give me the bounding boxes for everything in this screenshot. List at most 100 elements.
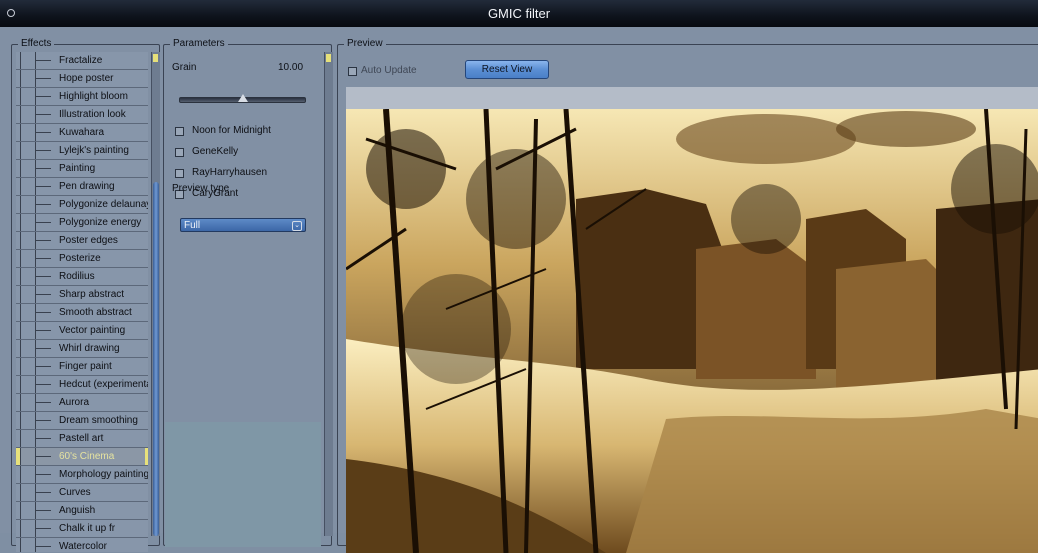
tree-item[interactable]: Chalk it up fr <box>16 520 148 538</box>
tree-item-label: Kuwahara <box>59 127 105 138</box>
chevron-down-icon: ⌄ <box>292 221 302 231</box>
tree-item[interactable]: Highlight bloom <box>16 88 148 106</box>
title-bar: GMIC filter <box>0 0 1038 28</box>
tree-connector <box>35 420 51 421</box>
tree-guide <box>20 304 21 321</box>
tree-item-label: Hedcut (experimental) <box>59 379 148 390</box>
tree-guide <box>20 466 21 483</box>
preview-type-select[interactable]: Full ⌄ <box>180 218 306 232</box>
tree-connector <box>35 474 51 475</box>
tree-item[interactable]: Poster edges <box>16 232 148 250</box>
tree-guide <box>20 538 21 552</box>
tree-guide <box>20 412 21 429</box>
tree-guide <box>20 70 21 87</box>
tree-item[interactable]: Curves <box>16 484 148 502</box>
tree-item-selected[interactable]: 60's Cinema <box>16 448 148 466</box>
tree-connector <box>35 204 51 205</box>
tree-item[interactable]: Aurora <box>16 394 148 412</box>
tree-item[interactable]: Sharp abstract <box>16 286 148 304</box>
checkbox[interactable] <box>175 148 184 157</box>
tree-item-label: Painting <box>59 163 96 174</box>
parameters-empty-area <box>165 422 321 547</box>
tree-item[interactable]: Fractalize <box>16 52 148 70</box>
tree-item-label: Illustration look <box>59 109 126 120</box>
tree-guide <box>20 340 21 357</box>
tree-guide <box>20 142 21 159</box>
effects-scroll-thumb[interactable] <box>153 182 159 536</box>
tree-item[interactable]: Polygonize delaunay <box>16 196 148 214</box>
tree-connector <box>35 510 51 511</box>
tree-item[interactable]: Polygonize energy <box>16 214 148 232</box>
tree-item-label: Finger paint <box>59 361 112 372</box>
tree-item[interactable]: Smooth abstract <box>16 304 148 322</box>
tree-guide <box>20 268 21 285</box>
tree-guide <box>20 484 21 501</box>
tree-item[interactable]: Kuwahara <box>16 124 148 142</box>
parameters-label: Parameters <box>170 38 228 49</box>
tree-guide <box>20 502 21 519</box>
tree-item[interactable]: Lylejk's painting <box>16 142 148 160</box>
tree-item[interactable]: Posterize <box>16 250 148 268</box>
preview-type-value: Full <box>184 220 201 231</box>
tree-guide <box>20 430 21 447</box>
tree-connector <box>35 78 51 79</box>
preview-label: Preview <box>344 38 386 49</box>
tree-item[interactable]: Pen drawing <box>16 178 148 196</box>
tree-item[interactable]: Finger paint <box>16 358 148 376</box>
tree-item[interactable]: Whirl drawing <box>16 340 148 358</box>
auto-update-label: Auto Update <box>361 65 417 76</box>
tree-item-label: Chalk it up fr <box>59 523 116 534</box>
checkbox[interactable] <box>175 127 184 136</box>
tree-item-label: Pen drawing <box>59 181 115 192</box>
tree-guide <box>20 52 21 69</box>
tree-item[interactable]: Dream smoothing <box>16 412 148 430</box>
tree-item-label: Poster edges <box>59 235 118 246</box>
preview-area[interactable] <box>346 87 1038 553</box>
tree-item[interactable]: Hope poster <box>16 70 148 88</box>
tree-connector <box>35 114 51 115</box>
tree-connector <box>35 276 51 277</box>
tree-item[interactable]: Morphology painting <box>16 466 148 484</box>
tree-item-label: Lylejk's painting <box>59 145 129 156</box>
tree-guide <box>20 196 21 213</box>
tree-connector <box>35 402 51 403</box>
tree-item[interactable]: Watercolor <box>16 538 148 552</box>
selection-marker <box>16 448 20 465</box>
tree-item[interactable]: Anguish <box>16 502 148 520</box>
tree-item-label: 60's Cinema <box>59 451 115 462</box>
tree-connector <box>35 96 51 97</box>
tree-guide <box>20 178 21 195</box>
grain-slider-handle[interactable] <box>237 94 248 102</box>
tree-item-label: Hope poster <box>59 73 114 84</box>
tree-connector <box>35 456 51 457</box>
preview-image[interactable] <box>346 109 1038 553</box>
reset-view-button[interactable]: Reset View <box>465 60 549 79</box>
tree-guide <box>20 214 21 231</box>
tree-connector <box>35 528 51 529</box>
tree-guide <box>20 106 21 123</box>
tree-connector <box>35 186 51 187</box>
grain-slider[interactable] <box>179 94 306 103</box>
effects-group: Effects Fractalize Hope poster Highlight b… <box>11 38 160 552</box>
preview-padding <box>346 87 1038 109</box>
tree-guide <box>20 124 21 141</box>
checkbox[interactable] <box>175 169 184 178</box>
tree-connector <box>35 366 51 367</box>
tree-item[interactable]: Rodilius <box>16 268 148 286</box>
parameters-scrollbar[interactable] <box>324 52 333 536</box>
tree-item[interactable]: Illustration look <box>16 106 148 124</box>
effects-scrollbar[interactable] <box>151 52 160 536</box>
auto-update-checkbox[interactable] <box>348 67 357 76</box>
tree-item[interactable]: Pastell art <box>16 430 148 448</box>
checkbox-label: RayHarryhausen <box>192 167 268 178</box>
tree-item-label: Pastell art <box>59 433 104 444</box>
tree-connector <box>35 168 51 169</box>
checkbox-label: Noon for Midnight <box>192 125 271 136</box>
tree-item[interactable]: Hedcut (experimental) <box>16 376 148 394</box>
tree-guide <box>20 520 21 537</box>
tree-item-label: Whirl drawing <box>59 343 120 354</box>
tree-item[interactable]: Painting <box>16 160 148 178</box>
tree-guide <box>20 88 21 105</box>
tree-connector <box>35 150 51 151</box>
tree-item[interactable]: Vector painting <box>16 322 148 340</box>
